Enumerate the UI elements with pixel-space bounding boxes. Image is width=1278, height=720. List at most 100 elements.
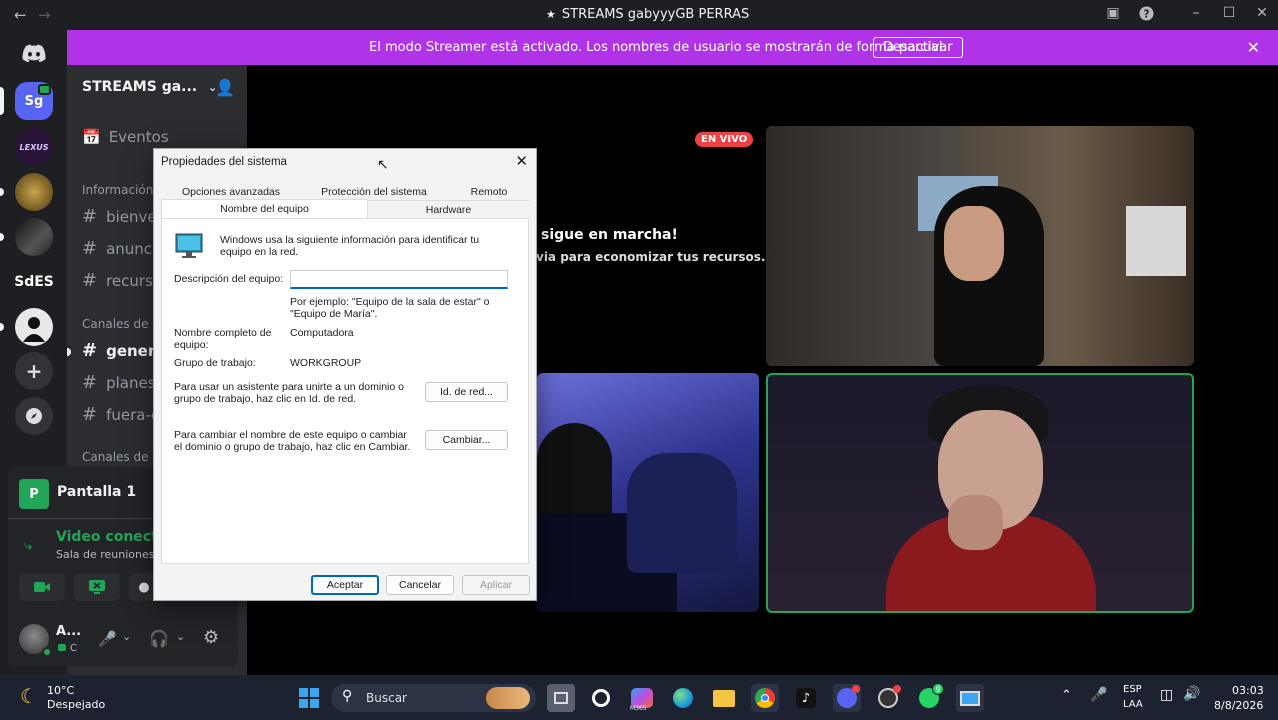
stream-small-icon xyxy=(58,644,66,651)
guild-header[interactable]: STREAMS ga... ⌄ xyxy=(82,79,217,95)
tab-computer-name[interactable]: Nombre del equipo xyxy=(161,199,368,219)
search-box[interactable]: ⚲ Buscar xyxy=(331,684,536,712)
keyboard-layout[interactable]: LAA xyxy=(1123,699,1143,710)
mouse-cursor-icon: ↖ xyxy=(377,156,389,172)
deactivate-button[interactable]: Desactivar xyxy=(873,37,963,58)
category-voice[interactable]: Canales de v xyxy=(82,450,159,464)
forward-arrow-icon[interactable]: → xyxy=(38,6,51,24)
file-explorer-icon[interactable] xyxy=(710,684,738,712)
screen-share-button[interactable] xyxy=(74,573,120,601)
whatsapp-badge: 9 xyxy=(932,683,944,695)
example-text: Por ejemplo: "Equipo de la sala de estar… xyxy=(290,296,490,320)
tray-chevron-up-icon[interactable]: ⌃ xyxy=(1061,688,1072,703)
minimize-icon[interactable]: – xyxy=(1184,5,1208,21)
video-tile-2[interactable] xyxy=(537,373,759,612)
edge-icon[interactable] xyxy=(669,684,697,712)
category-text[interactable]: Canales de t xyxy=(82,317,157,331)
tiktok-icon[interactable]: ♪ xyxy=(792,684,820,712)
server-bw-avatar[interactable] xyxy=(15,308,53,346)
dialog-close-icon[interactable]: ✕ xyxy=(515,152,528,170)
server-lexus-label: LEXUS xyxy=(19,142,49,152)
tab-hardware[interactable]: Hardware xyxy=(368,204,529,216)
title-bar: ← → ★ STREAMS gabyyyGB PERRAS ▣ ? – ☐ ✕ xyxy=(0,0,1278,30)
channel-fuera[interactable]: # fuera-c xyxy=(82,404,159,425)
settings-gear-icon[interactable]: ⚙ xyxy=(203,627,219,648)
maximize-icon[interactable]: ☐ xyxy=(1217,5,1241,21)
category-info[interactable]: Información xyxy=(82,183,153,197)
discord-taskbar-icon[interactable] xyxy=(833,684,861,712)
whatsapp-icon[interactable]: 9 xyxy=(915,683,944,712)
m365-icon[interactable]: M365 xyxy=(628,684,656,712)
server-sdes[interactable]: SdES xyxy=(15,263,53,301)
voice-room[interactable]: Sala de reuniones ... xyxy=(56,548,169,561)
window-title-text: STREAMS gabyyyGB PERRAS xyxy=(561,7,750,22)
calendar-icon: 📅 xyxy=(82,128,101,146)
headphones-icon[interactable]: 🎧 xyxy=(149,629,169,648)
streamer-mode-banner: El modo Streamer está activado. Los nomb… xyxy=(67,30,1278,65)
discord-home-icon[interactable] xyxy=(15,34,53,72)
close-window-icon[interactable]: ✕ xyxy=(1250,5,1274,21)
obs-icon[interactable] xyxy=(874,684,902,712)
m365-label: M365 xyxy=(630,705,647,712)
person-face xyxy=(944,206,1004,281)
weather-temp[interactable]: 10°C xyxy=(47,684,74,697)
screen-share-icon: P xyxy=(19,479,49,509)
copilot-icon[interactable] xyxy=(587,684,615,712)
change-button[interactable]: Cambiar... xyxy=(425,430,508,450)
close-banner-icon[interactable]: ✕ xyxy=(1247,38,1260,57)
apply-button[interactable]: Aplicar xyxy=(462,575,530,595)
invite-user-icon[interactable]: 👤 xyxy=(215,78,235,97)
server-sg[interactable]: Sg xyxy=(15,82,53,120)
chevron-down-icon[interactable]: ⌄ xyxy=(176,630,185,643)
channel-recursos[interactable]: # recurso xyxy=(82,270,162,291)
channel-label: planes xyxy=(106,374,156,392)
active-server-pip xyxy=(0,87,4,115)
server-gold-avatar[interactable] xyxy=(15,173,53,211)
channel-bienvenida[interactable]: # bienve xyxy=(82,206,157,227)
video-tile-1[interactable] xyxy=(766,126,1194,366)
server-lexus[interactable]: LEXUS xyxy=(15,128,53,166)
tab-protection[interactable]: Protección del sistema xyxy=(309,186,439,198)
hash-icon: # xyxy=(82,270,98,291)
weather-moon-icon[interactable]: ☾ xyxy=(20,684,38,708)
cancel-button[interactable]: Cancelar xyxy=(386,575,454,595)
system-properties-taskbar-icon[interactable] xyxy=(956,684,984,712)
stream-paused-subtitle: via para economizar tus recursos. xyxy=(536,250,766,264)
volume-icon[interactable]: 🔊 xyxy=(1183,686,1200,702)
help-icon[interactable]: ? xyxy=(1134,6,1158,25)
chevron-down-icon[interactable]: ⌄ xyxy=(122,630,131,643)
microphone-tray-icon[interactable]: 🎤 xyxy=(1090,687,1107,703)
description-input[interactable] xyxy=(290,270,508,289)
chrome-icon[interactable] xyxy=(751,684,779,712)
inbox-icon[interactable]: ▣ xyxy=(1101,5,1125,21)
channel-anuncios[interactable]: # anunci xyxy=(82,238,156,259)
start-windows-icon[interactable] xyxy=(295,684,323,712)
clock-time[interactable]: 03:03 xyxy=(1232,684,1264,697)
dialog-title: Propiedades del sistema xyxy=(161,156,287,168)
microphone-icon[interactable]: 🎤 xyxy=(98,630,117,648)
search-placeholder: Buscar xyxy=(366,691,407,705)
unread-pip xyxy=(0,188,4,196)
network-id-button[interactable]: Id. de red... xyxy=(425,382,508,402)
server-road-avatar[interactable] xyxy=(15,218,53,256)
events-item[interactable]: 📅 Eventos xyxy=(82,128,169,146)
video-tile-3-speaking[interactable] xyxy=(766,373,1194,613)
language-code[interactable]: ESP xyxy=(1123,684,1142,695)
user-status: C xyxy=(70,643,77,654)
back-arrow-icon[interactable]: ← xyxy=(14,6,27,24)
workgroup-label: Grupo de trabajo: xyxy=(174,357,256,369)
clock-date[interactable]: 8/8/2026 xyxy=(1214,699,1263,712)
explore-icon[interactable] xyxy=(15,397,53,435)
tab-advanced[interactable]: Opciones avanzadas xyxy=(161,186,301,198)
server-icon: ★ xyxy=(546,8,556,21)
stove xyxy=(1126,206,1186,276)
network-icon[interactable]: ◫ xyxy=(1160,687,1173,703)
task-view-icon[interactable] xyxy=(547,684,575,712)
svg-text:?: ? xyxy=(1143,8,1149,20)
ok-button[interactable]: Aceptar xyxy=(311,575,379,595)
weather-desc[interactable]: Despejado xyxy=(47,698,105,711)
tab-remote[interactable]: Remoto xyxy=(449,186,529,198)
camera-button[interactable] xyxy=(19,573,65,601)
channel-planes[interactable]: # planes xyxy=(82,372,156,393)
add-server-icon[interactable]: + xyxy=(15,352,53,390)
